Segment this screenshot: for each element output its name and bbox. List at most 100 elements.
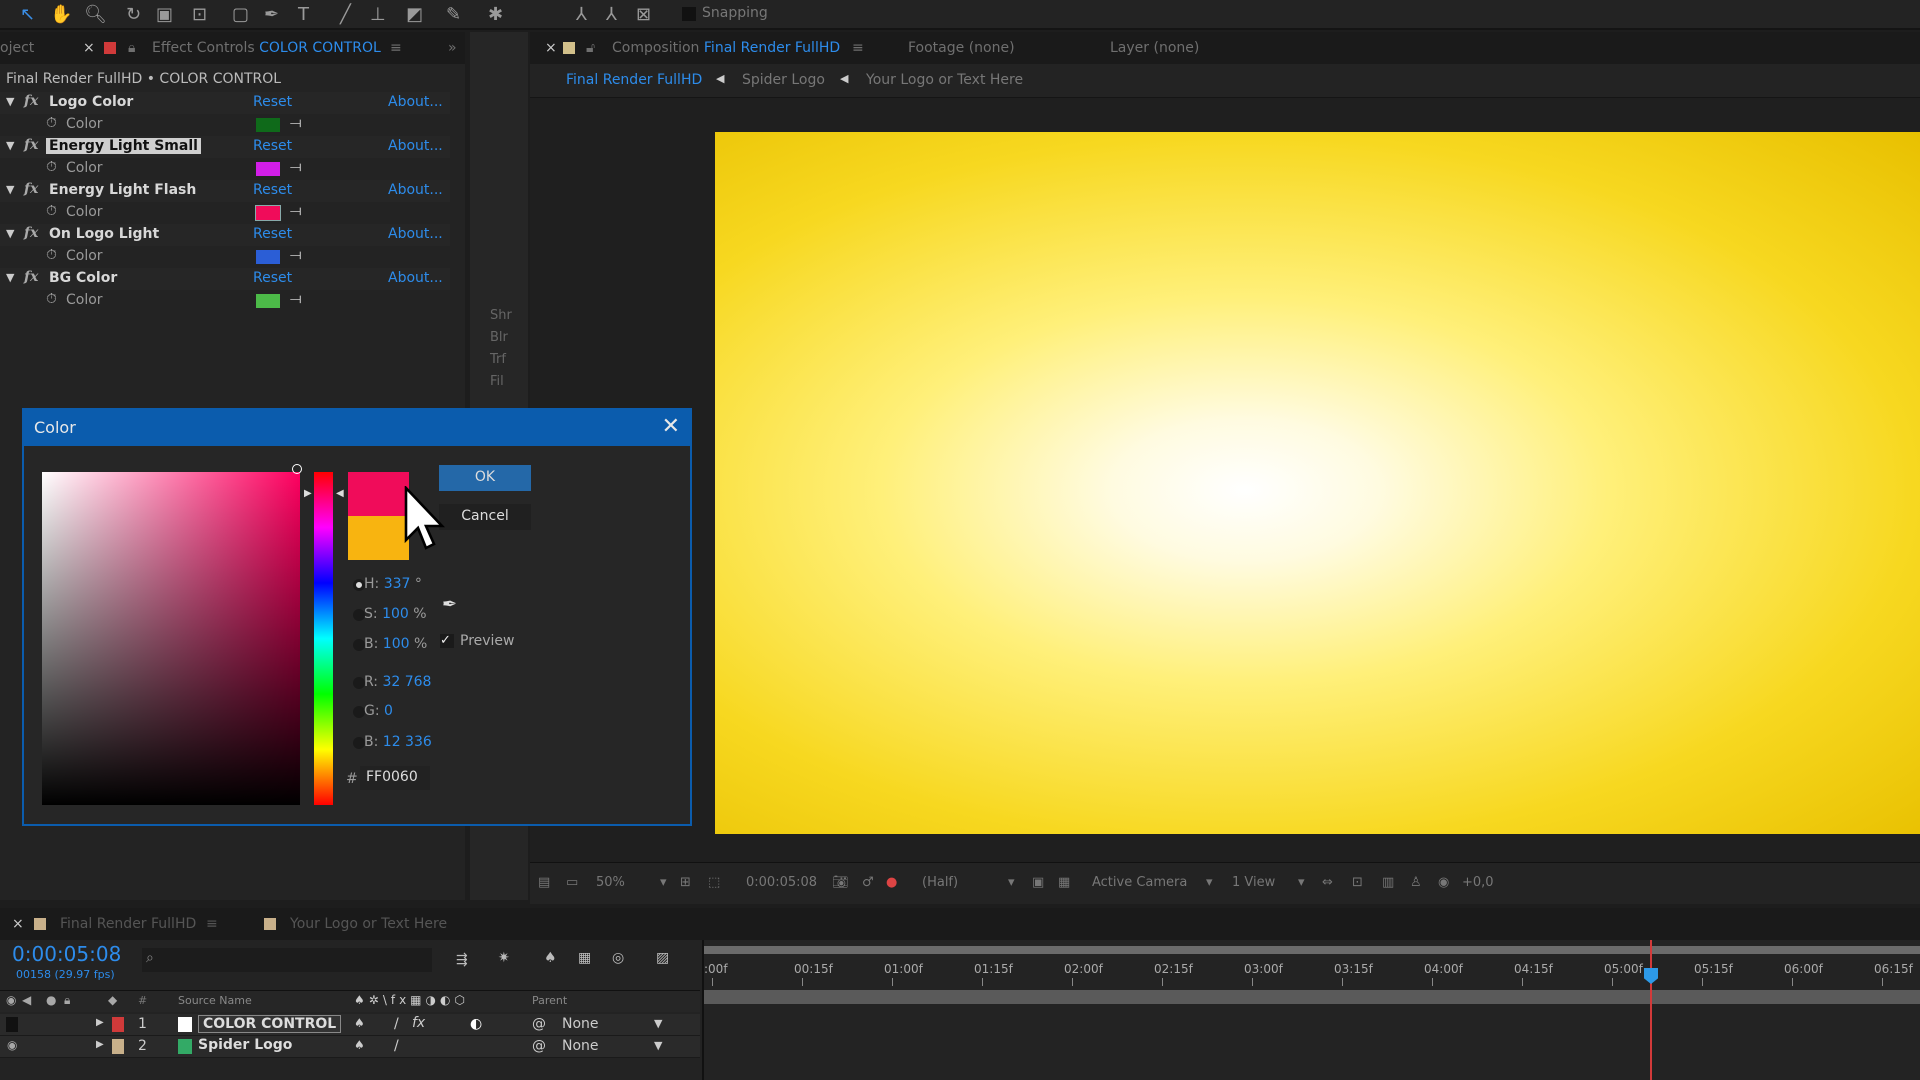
always-preview-icon[interactable]: ▤	[538, 875, 550, 890]
audio-icon[interactable]: ◀	[22, 993, 31, 1007]
preview-checkbox[interactable]: ✓	[440, 634, 454, 648]
view-layout-select[interactable]: 1 View	[1232, 875, 1275, 890]
chevron-down-icon[interactable]: ▾	[1206, 875, 1213, 890]
expand-triangle-icon[interactable]: ▶	[96, 1039, 104, 1050]
about-link[interactable]: About...	[388, 182, 443, 198]
expand-triangle-icon[interactable]: ▼	[6, 183, 14, 196]
side-panel-label[interactable]: Trf	[490, 352, 506, 367]
value[interactable]: 100	[382, 606, 409, 622]
breadcrumb-item[interactable]: Final Render FullHD	[566, 72, 702, 88]
side-panel-label[interactable]: Blr	[490, 330, 508, 345]
local-axis-icon[interactable]: ⅄	[576, 4, 587, 25]
lock-icon[interactable]: 🔒︎	[128, 40, 135, 56]
reset-link[interactable]: Reset	[253, 270, 292, 286]
quality-switch-icon[interactable]: /	[394, 1038, 399, 1054]
tab-effect-controls[interactable]: Effect Controls COLOR CONTROL	[152, 40, 381, 56]
chevron-down-icon[interactable]: ▼	[654, 1039, 662, 1052]
region-of-interest-icon[interactable]: ▣	[1032, 875, 1044, 890]
label-icon[interactable]: ◆	[108, 993, 117, 1007]
layer-row[interactable]: ▶ 1 COLOR CONTROL ♠ / fx ◐ @ None ▼	[0, 1014, 700, 1036]
panel-menu-icon[interactable]: ≡	[206, 916, 218, 932]
column-source-name[interactable]: Source Name	[178, 994, 252, 1007]
original-color-swatch[interactable]	[348, 516, 409, 560]
camera-select[interactable]: Active Camera	[1092, 875, 1187, 890]
brush-tool-icon[interactable]: ╱	[340, 4, 351, 25]
stopwatch-icon[interactable]: ⏱︎	[46, 203, 57, 219]
expand-triangle-icon[interactable]: ▼	[6, 271, 14, 284]
tab-timeline-final-render[interactable]: Final Render FullHD	[60, 916, 196, 932]
current-time[interactable]: 0:00:05:08	[12, 942, 121, 966]
about-link[interactable]: About...	[388, 138, 443, 154]
tab-footage[interactable]: Footage (none)	[908, 40, 1015, 56]
blue-field[interactable]: B: 12 336	[364, 734, 432, 750]
about-link[interactable]: About...	[388, 270, 443, 286]
playhead-line[interactable]	[1650, 940, 1652, 1080]
green-field[interactable]: G: 0	[364, 703, 393, 719]
pen-tool-icon[interactable]: ✒	[264, 4, 279, 25]
visibility-icon[interactable]: ◉	[7, 1038, 17, 1052]
about-link[interactable]: About...	[388, 94, 443, 110]
monitor-icon[interactable]: ▭	[566, 875, 578, 890]
camera-tool-icon[interactable]: ▣	[156, 4, 173, 25]
visibility-icon[interactable]: ◉	[6, 993, 16, 1007]
saturation-brightness-field[interactable]	[42, 472, 300, 805]
close-tab-icon[interactable]: ×	[545, 40, 557, 56]
eyedropper-icon[interactable]: ⟞	[290, 291, 302, 307]
about-link[interactable]: About...	[388, 226, 443, 242]
stopwatch-icon[interactable]: ⏱︎	[46, 159, 57, 175]
expand-triangle-icon[interactable]: ▼	[6, 139, 14, 152]
reset-link[interactable]: Reset	[253, 94, 292, 110]
panel-menu-icon[interactable]: ≡	[390, 40, 402, 56]
fx-toggle-icon[interactable]: fx	[24, 137, 38, 153]
label-color[interactable]	[112, 1017, 124, 1032]
current-time-field[interactable]: 0:00:05:08	[746, 875, 817, 890]
breadcrumb-item[interactable]: Spider Logo	[742, 72, 825, 88]
stopwatch-icon[interactable]: ⏱︎	[46, 115, 57, 131]
frame-blending-icon[interactable]: ▦	[578, 950, 591, 966]
close-tab-icon[interactable]: ×	[12, 916, 24, 932]
shy-switch-icon[interactable]: ♠	[354, 1038, 365, 1052]
exposure-reset-icon[interactable]: ◉	[1438, 875, 1449, 890]
shy-switch-icon[interactable]: ♠	[354, 1016, 365, 1030]
tab-timeline-your-logo[interactable]: Your Logo or Text Here	[290, 916, 447, 932]
stopwatch-icon[interactable]: ⏱︎	[46, 247, 57, 263]
draft-3d-icon[interactable]: ✷	[498, 950, 510, 966]
breadcrumb-item[interactable]: Your Logo or Text Here	[866, 72, 1023, 88]
layer-name[interactable]: COLOR CONTROL	[198, 1015, 342, 1033]
timeline-icon[interactable]: ▥	[1382, 875, 1394, 890]
show-snapshot-icon[interactable]: ♂	[862, 875, 874, 890]
value[interactable]: 32 768	[382, 674, 431, 690]
side-panel-label[interactable]: Fil	[490, 374, 504, 389]
exposure-value[interactable]: +0,0	[1462, 875, 1494, 890]
fx-toggle-icon[interactable]: fx	[24, 269, 38, 285]
cancel-button[interactable]: Cancel	[439, 504, 531, 530]
eyedropper-icon[interactable]: ⟞	[290, 159, 302, 175]
expand-triangle-icon[interactable]: ▶	[96, 1017, 104, 1028]
world-axis-icon[interactable]: ⅄	[606, 4, 617, 25]
expand-triangle-icon[interactable]: ▼	[6, 227, 14, 240]
reset-link[interactable]: Reset	[253, 182, 292, 198]
motion-blur-icon[interactable]: ◎	[612, 950, 624, 966]
color-swatch[interactable]	[256, 162, 280, 176]
reset-link[interactable]: Reset	[253, 138, 292, 154]
effect-name[interactable]: BG Color	[46, 270, 120, 286]
fx-toggle-icon[interactable]: fx	[24, 93, 38, 109]
layer-name[interactable]: Spider Logo	[198, 1037, 292, 1053]
effect-name[interactable]: Energy Light Flash	[46, 182, 199, 198]
hex-input[interactable]: FF0060	[360, 766, 430, 790]
value[interactable]: 0	[384, 703, 393, 719]
effect-name[interactable]: Logo Color	[46, 94, 136, 110]
close-tab-icon[interactable]: ×	[83, 40, 95, 56]
resolution-select[interactable]: (Half)	[922, 875, 958, 890]
rectangle-tool-icon[interactable]: ▢	[232, 4, 249, 25]
hand-tool-icon[interactable]: ✋	[50, 4, 72, 25]
color-swatch[interactable]	[256, 118, 280, 132]
grid-icon[interactable]: ⊞	[680, 875, 691, 890]
hue-slider-arrow-left-icon[interactable]: ◀	[336, 488, 344, 499]
chevron-down-icon[interactable]: ▼	[654, 1017, 662, 1030]
flowchart-icon[interactable]: ♙	[1410, 875, 1422, 890]
tab-project[interactable]: oject	[0, 40, 34, 56]
eyedropper-icon[interactable]: ⟞	[290, 203, 302, 219]
puppet-pin-tool-icon[interactable]: ✱	[488, 4, 503, 25]
eyedropper-icon[interactable]: ⟞	[290, 115, 302, 131]
